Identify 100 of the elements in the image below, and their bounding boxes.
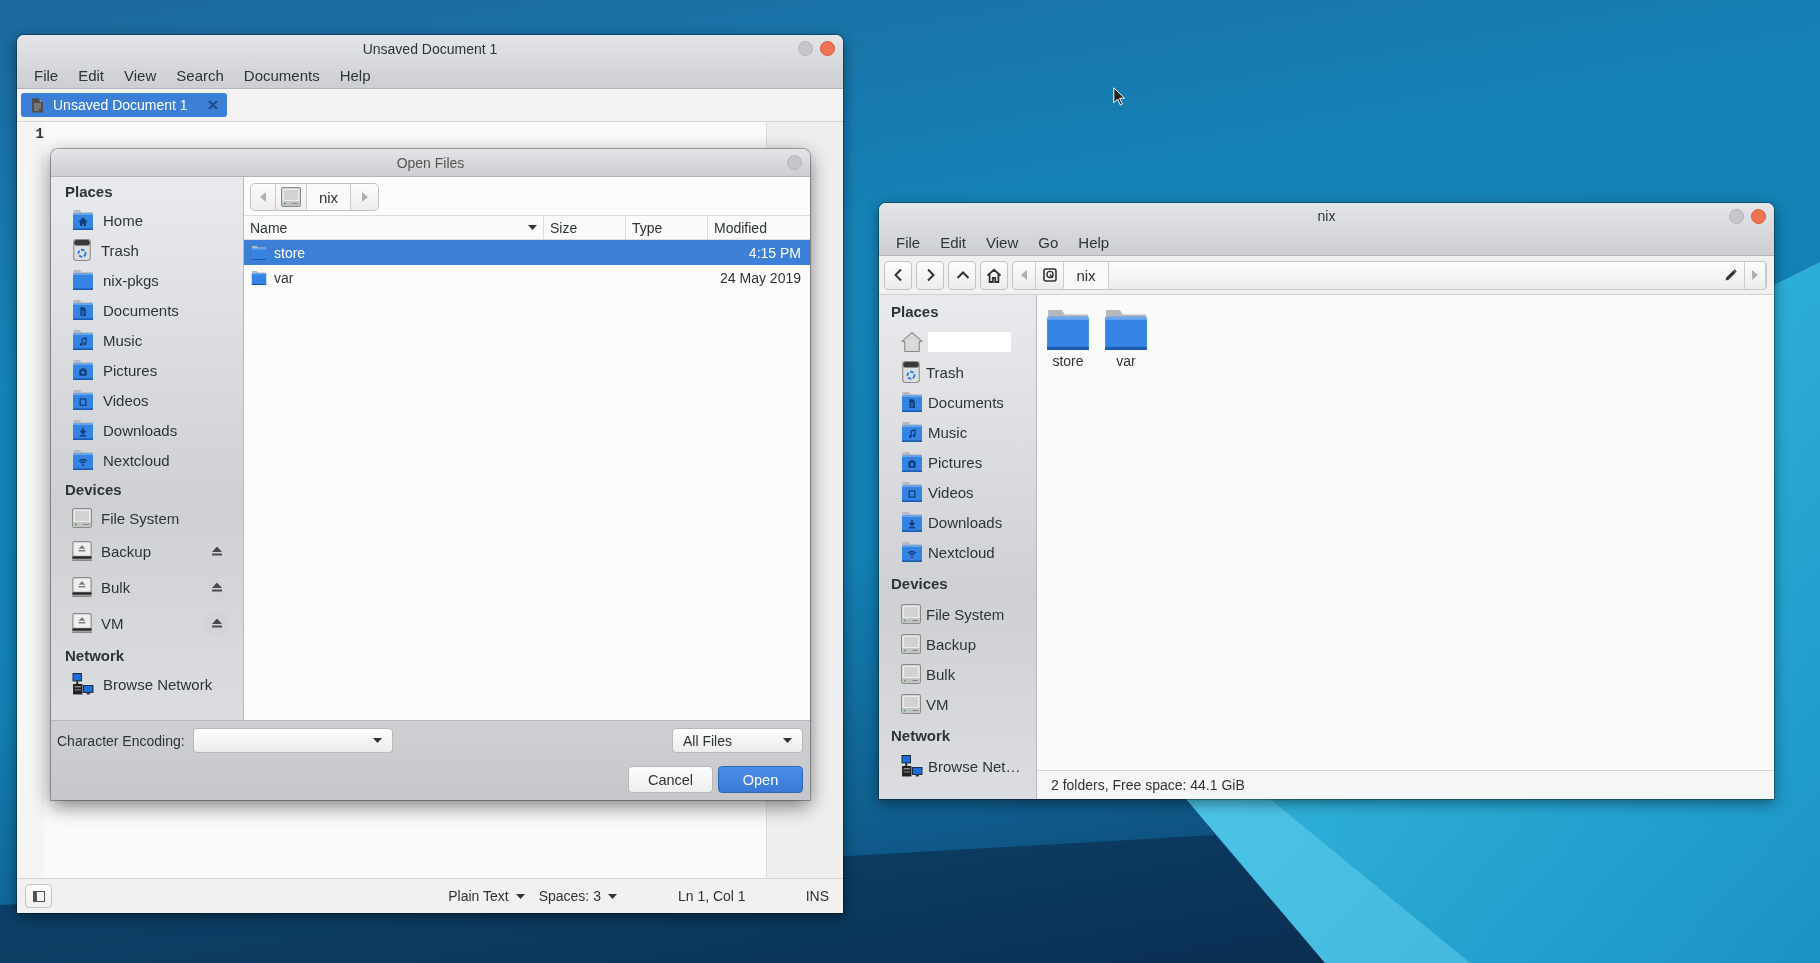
sidebar-item[interactable]: Documents	[879, 387, 1032, 417]
sidebar-item[interactable]: Browse Network	[51, 669, 229, 699]
menu-item[interactable]: View	[976, 229, 1029, 255]
sidebar-item[interactable]: File System	[879, 599, 1032, 629]
home-button[interactable]	[980, 260, 1008, 290]
home-icon	[986, 267, 1002, 283]
menu-item[interactable]: File	[24, 62, 69, 88]
sidebar-item[interactable]: Documents	[51, 295, 229, 325]
sidebar-item[interactable]: Music	[879, 417, 1032, 447]
hard-drive-icon	[281, 187, 301, 207]
documents-folder-icon	[901, 392, 923, 412]
pencil-icon	[1725, 269, 1737, 281]
up-button[interactable]	[948, 260, 976, 290]
mouse-pointer-icon	[1113, 87, 1125, 106]
close-icon[interactable]	[208, 100, 218, 110]
sidebar-item[interactable]: Videos	[51, 385, 229, 415]
sidebar-toggle-button[interactable]	[25, 884, 52, 908]
column-header[interactable]: Type	[626, 216, 708, 239]
file-row[interactable]: store 4:15 PM	[244, 240, 810, 265]
trash-icon	[72, 239, 92, 261]
removable-drive-icon	[72, 577, 92, 597]
sidebar-item[interactable]: Backup	[51, 533, 204, 569]
status-menu-button[interactable]: Plain Text	[443, 888, 530, 904]
menu-item[interactable]: Edit	[930, 229, 977, 255]
folder-icon	[72, 270, 94, 290]
path-segment-button[interactable]: nix	[1064, 261, 1109, 289]
column-header[interactable]: Size	[544, 216, 626, 239]
caret-icon	[783, 738, 792, 743]
network-icon	[901, 755, 923, 777]
sidebar-item[interactable]: Trash	[879, 357, 1032, 387]
column-header[interactable]: Name	[244, 216, 544, 239]
menu-item[interactable]: Documents	[233, 62, 330, 88]
document-tab[interactable]: Unsaved Document 1	[21, 93, 227, 117]
status-menu-button[interactable]: Spaces: 3	[533, 888, 622, 904]
file-name: store	[274, 244, 306, 261]
menu-item[interactable]: File	[886, 229, 931, 255]
back-button[interactable]	[884, 260, 912, 290]
close-button[interactable]	[787, 155, 802, 170]
sidebar-item[interactable]: Backup	[879, 629, 1032, 659]
folder-item[interactable]: store	[1043, 309, 1093, 371]
hard-drive-icon	[901, 634, 921, 654]
trash-icon	[901, 361, 921, 383]
sidebar-item[interactable]: VM	[879, 689, 1032, 719]
sidebar-item[interactable]: Home	[51, 205, 229, 235]
modified-date: 24 May 2019	[720, 269, 802, 286]
minimize-button[interactable]	[1729, 208, 1744, 224]
menu-item[interactable]: Edit	[68, 62, 115, 88]
eject-icon	[210, 582, 223, 592]
open-button[interactable]: Open	[718, 766, 803, 793]
menu-item[interactable]: Go	[1028, 229, 1069, 255]
wifi-folder-icon	[72, 450, 94, 470]
menu-item[interactable]: Help	[329, 62, 381, 88]
sidebar-item[interactable]: Videos	[879, 477, 1032, 507]
caret-icon	[515, 893, 525, 899]
folder-icon	[1103, 310, 1149, 350]
disk-icon	[1042, 268, 1057, 282]
sidebar-item[interactable]: Pictures	[51, 355, 229, 385]
section-heading: Devices	[890, 573, 949, 594]
section-heading: Devices	[64, 479, 123, 500]
sidebar-item[interactable]: VM	[51, 605, 204, 641]
documents-folder-icon	[72, 300, 94, 320]
encoding-dropdown[interactable]	[192, 728, 393, 753]
close-button[interactable]	[820, 41, 835, 56]
sidebar-item[interactable]: Trash	[51, 235, 229, 265]
cancel-button[interactable]: Cancel	[628, 766, 713, 793]
music-folder-icon	[72, 330, 94, 350]
sidebar-item[interactable]: Downloads	[879, 507, 1032, 537]
menu-item[interactable]: View	[114, 62, 167, 88]
sidebar-item[interactable]: nix-pkgs	[51, 265, 229, 295]
sidebar-item[interactable]: File System	[51, 503, 229, 533]
folder-item[interactable]: var	[1101, 309, 1151, 371]
file-row[interactable]: var 24 May 2019	[244, 265, 810, 290]
sidebar-item[interactable]: Bulk	[879, 659, 1032, 689]
sidebar-item[interactable]: Nextcloud	[51, 445, 229, 475]
hard-drive-icon	[72, 508, 92, 528]
hard-drive-icon	[901, 694, 921, 714]
minimize-button[interactable]	[798, 41, 813, 56]
videos-folder-icon	[901, 482, 923, 502]
column-header[interactable]: Modified	[708, 216, 810, 239]
close-button[interactable]	[1751, 208, 1766, 224]
section-heading: Places	[890, 301, 940, 322]
encoding-label: Character Encoding:	[57, 732, 185, 749]
folder-icon	[251, 245, 267, 260]
path-segment-button[interactable]: nix	[307, 184, 351, 210]
sidebar-item[interactable]: Pictures	[879, 447, 1032, 477]
downloads-folder-icon	[72, 420, 94, 440]
sidebar-item[interactable]: Nextcloud	[879, 537, 1032, 567]
pictures-folder-icon	[901, 452, 923, 472]
menu-item[interactable]: Help	[1068, 229, 1120, 255]
forward-button[interactable]	[916, 260, 944, 290]
side-panel-icon	[32, 890, 45, 902]
filter-dropdown[interactable]: All Files	[672, 728, 803, 753]
status-label: Ln 1, Col 1	[676, 888, 747, 904]
menu-item[interactable]: Search	[166, 62, 234, 88]
sidebar-item[interactable]: Browse Net…	[879, 751, 1032, 781]
sidebar-item[interactable]: Music	[51, 325, 229, 355]
home-folder-icon	[72, 210, 94, 230]
downloads-folder-icon	[901, 512, 923, 532]
sidebar-item[interactable]: Bulk	[51, 569, 204, 605]
sidebar-item[interactable]: Downloads	[51, 415, 229, 445]
